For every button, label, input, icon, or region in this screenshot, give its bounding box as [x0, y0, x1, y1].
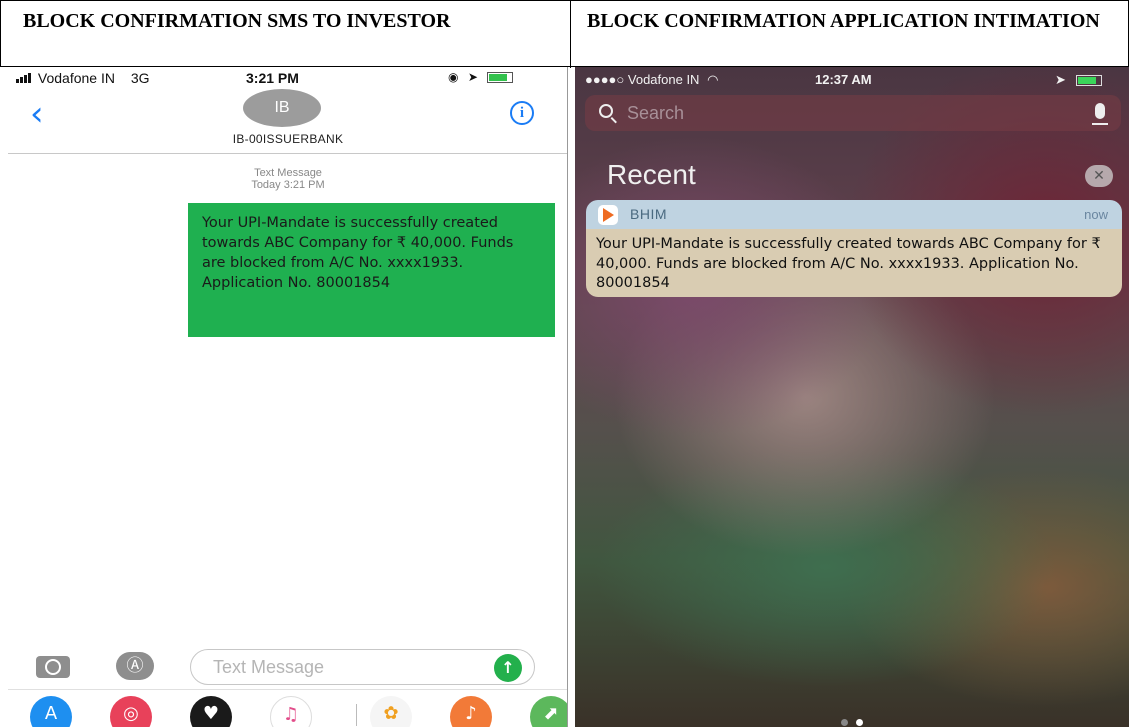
- chevron-left-icon[interactable]: ‹: [30, 97, 44, 131]
- notification-time: now: [1084, 207, 1108, 222]
- dock-divider: [356, 704, 357, 726]
- carrier-label: Vodafone IN: [37, 70, 115, 86]
- message-input[interactable]: Text Message: [190, 649, 535, 685]
- info-icon[interactable]: i: [510, 101, 534, 125]
- status-time: 12:37 AM: [815, 72, 872, 87]
- status-right: ◉ ➤: [448, 70, 514, 84]
- carrier-label: Vodafone IN: [627, 72, 700, 87]
- imessage-app-drawer: A ◎ ♥ ♫ ✿ ♪ ⬈: [8, 689, 567, 727]
- divider: [8, 153, 567, 154]
- header-table: BLOCK CONFIRMATION SMS TO INVESTOR BLOCK…: [0, 0, 1129, 68]
- lock-rotation-icon: ◉: [448, 70, 459, 84]
- section-title: Recent: [607, 159, 696, 190]
- notification-header: BHIM now: [586, 200, 1122, 229]
- notification-card[interactable]: BHIM now Your UPI-Mandate is successfull…: [586, 200, 1122, 297]
- wifi-icon: ◠: [707, 72, 719, 87]
- message-timestamp: Today 3:21 PM: [251, 179, 325, 191]
- header-left-title: BLOCK CONFIRMATION SMS TO INVESTOR: [1, 1, 571, 68]
- camera-icon[interactable]: [36, 656, 70, 678]
- battery-icon: [1075, 75, 1102, 87]
- status-right: ➤: [1055, 72, 1102, 88]
- message-meta: Text Message Today 3:21 PM: [8, 167, 567, 191]
- image-search-app-icon[interactable]: ◎: [110, 696, 152, 727]
- message-type: Text Message: [254, 167, 322, 179]
- search-input[interactable]: Search: [585, 95, 1121, 131]
- header-right-title: BLOCK CONFIRMATION APPLICATION INTIMATIO…: [587, 10, 1100, 32]
- network-label: 3G: [130, 70, 150, 86]
- compose-bar: Ⓐ Text Message ↑: [8, 642, 567, 687]
- digital-touch-app-icon[interactable]: ♥: [190, 696, 232, 727]
- battery-icon: [487, 72, 514, 84]
- maps-app-icon[interactable]: ⬈: [530, 696, 567, 727]
- app-store-app-icon[interactable]: A: [30, 696, 72, 727]
- app-store-icon[interactable]: Ⓐ: [116, 652, 154, 680]
- sms-screen: Vodafone IN 3G 3:21 PM ◉ ➤ ‹ IB i IB-00I…: [8, 67, 568, 727]
- location-icon: ➤: [467, 70, 478, 84]
- status-time: 3:21 PM: [246, 70, 299, 86]
- signal-dots-icon: ●●●●○: [585, 72, 625, 87]
- contact-name[interactable]: IB-00ISSUERBANK: [8, 132, 567, 146]
- clear-icon[interactable]: ✕: [1085, 165, 1113, 187]
- avatar[interactable]: IB: [243, 89, 321, 127]
- notification-app-name: BHIM: [630, 206, 667, 222]
- bhim-app-icon: [598, 205, 618, 225]
- signal-icon: [16, 70, 32, 86]
- garageband-app-icon[interactable]: ♪: [450, 696, 492, 727]
- page-indicator: [837, 711, 867, 727]
- music-app-icon[interactable]: ♫: [270, 696, 312, 727]
- photos-app-icon[interactable]: ✿: [370, 696, 412, 727]
- status-bar-carrier: ●●●●○ Vodafone IN ◠: [585, 72, 718, 88]
- send-arrow-icon[interactable]: ↑: [494, 654, 522, 682]
- status-bar-carrier: Vodafone IN 3G: [16, 70, 150, 86]
- location-icon: ➤: [1055, 72, 1066, 87]
- notification-text: Your UPI-Mandate is successfully created…: [586, 229, 1122, 297]
- notification-screen: ●●●●○ Vodafone IN ◠ 12:37 AM ➤ Search Re…: [575, 67, 1129, 727]
- message-bubble[interactable]: Your UPI-Mandate is successfully created…: [188, 203, 555, 337]
